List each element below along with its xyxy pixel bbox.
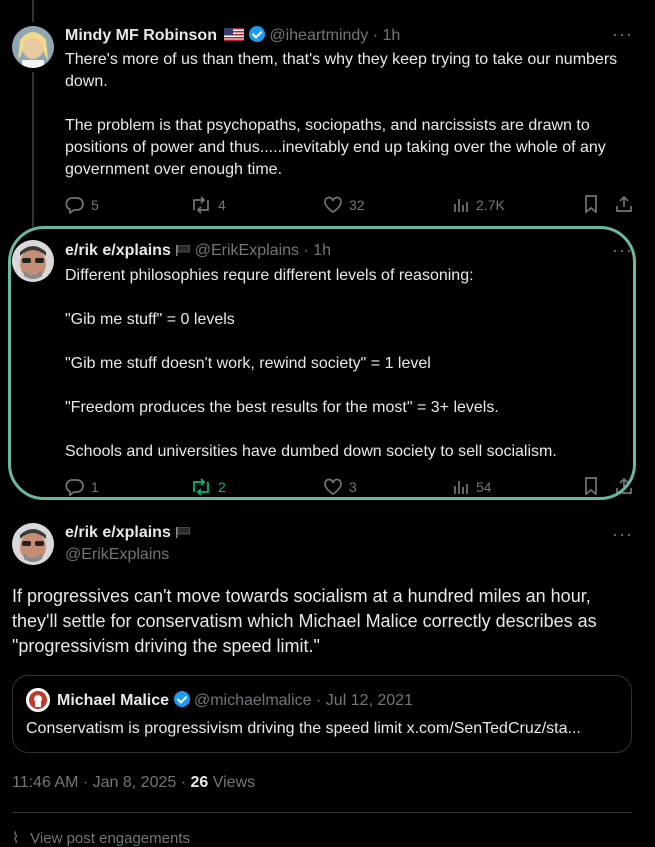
view-count: 2.7K xyxy=(476,197,505,213)
post-metadata: 11:46 AM · Jan 8, 2025 · 26 Views xyxy=(12,774,255,792)
quote-author-name: Michael Malice xyxy=(57,692,170,709)
reply-count: 5 xyxy=(91,197,99,213)
quote-date: · Jul 12, 2021 xyxy=(316,692,413,709)
quote-header: Michael Malice @michaelmalice · Jul 12, … xyxy=(57,691,413,710)
quote-author-handle: @michaelmalice xyxy=(193,692,312,709)
repost-button[interactable]: 4 xyxy=(190,196,226,214)
author-name[interactable]: Mindy MF Robinson xyxy=(65,27,217,44)
share-icon[interactable] xyxy=(615,195,633,213)
tweet1-header: Mindy MF Robinson @iheartmindy · 1h xyxy=(65,26,400,45)
repost-count: 4 xyxy=(218,197,226,213)
heart-icon xyxy=(324,196,342,214)
analytics-icon xyxy=(454,199,468,212)
quote-tweet[interactable]: Michael Malice @michaelmalice · Jul 12, … xyxy=(12,675,632,753)
tweet1-text: There's more of us than them, that's why… xyxy=(65,51,618,178)
post-timestamp[interactable]: 11:46 AM · Jan 8, 2025 · xyxy=(12,774,190,791)
verified-badge-icon xyxy=(173,691,190,707)
repost-icon xyxy=(193,196,209,214)
avatar-mindy[interactable] xyxy=(12,26,54,68)
black-flag-icon xyxy=(176,527,191,538)
flag-us-icon xyxy=(224,28,245,41)
author-handle[interactable]: @ErikExplains xyxy=(65,546,169,564)
thread-line-top xyxy=(32,0,34,22)
reply-button[interactable]: 5 xyxy=(65,196,99,214)
view-engagements-link[interactable]: ⌇ View post engagements xyxy=(12,829,190,847)
verified-badge-icon xyxy=(248,26,265,42)
tweet3-name-row: e/rik e/xplains xyxy=(65,524,191,542)
tweet1-actions: 5 4 32 2.7K xyxy=(65,195,635,215)
views-count: 26 xyxy=(190,774,209,791)
divider xyxy=(12,812,632,813)
quote-text: Conservatism is progressivism driving th… xyxy=(26,720,581,737)
highlight-annotation xyxy=(8,226,636,500)
more-options-icon[interactable]: ··· xyxy=(612,524,633,545)
quote-avatar xyxy=(26,688,50,712)
views-button[interactable]: 2.7K xyxy=(452,196,505,214)
post-time[interactable]: · 1h xyxy=(373,27,401,44)
more-options-icon[interactable]: ··· xyxy=(612,24,633,45)
bookmark-icon[interactable] xyxy=(583,195,599,213)
tweet3-text: If progressives can't move towards socia… xyxy=(12,586,597,656)
like-count: 32 xyxy=(349,197,365,213)
author-handle[interactable]: @iheartmindy xyxy=(269,27,368,44)
like-button[interactable]: 32 xyxy=(323,196,365,214)
author-name[interactable]: e/rik e/xplains xyxy=(65,524,171,541)
views-label: Views xyxy=(208,774,256,791)
engagements-icon: ⌇ xyxy=(12,830,20,847)
thread-line xyxy=(32,72,34,227)
avatar-erik[interactable] xyxy=(12,523,54,565)
reply-icon xyxy=(65,197,84,214)
